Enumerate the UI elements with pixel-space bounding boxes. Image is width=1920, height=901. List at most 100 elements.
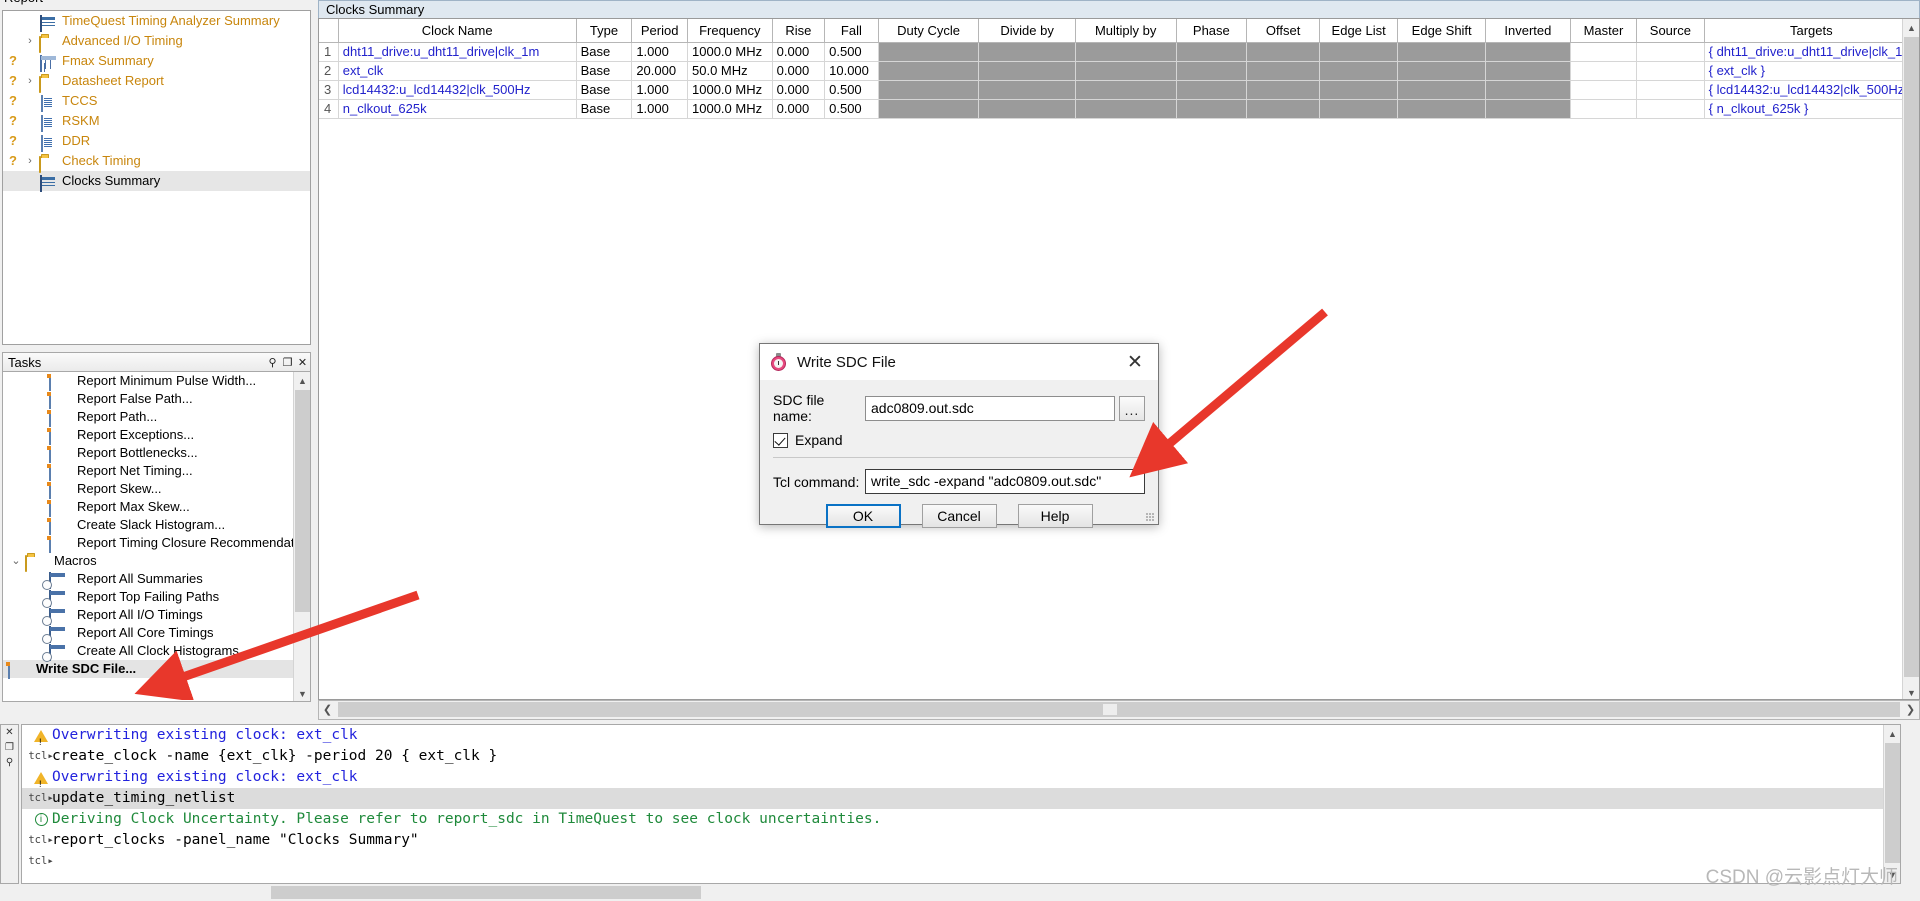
tcl-command-input[interactable]: write_sdc -expand "adc0809.out.sdc" bbox=[865, 469, 1145, 494]
chevron-right-icon[interactable]: › bbox=[21, 31, 39, 51]
clocks-table-column-header[interactable]: Targets bbox=[1704, 19, 1919, 43]
expand-checkbox[interactable] bbox=[773, 432, 788, 448]
scroll-down-icon[interactable]: ▼ bbox=[1903, 684, 1919, 699]
scroll-thumb[interactable] bbox=[271, 886, 701, 899]
report-tree-item[interactable]: ? Clocks Summary bbox=[3, 171, 310, 192]
tasks-list-item[interactable]: Create Slack Histogram... bbox=[3, 516, 295, 535]
expand-checkbox-row[interactable]: Expand bbox=[773, 432, 1145, 448]
scroll-thumb[interactable] bbox=[1885, 743, 1900, 863]
ok-button[interactable]: OK bbox=[825, 504, 901, 528]
tasks-list-item[interactable]: Report All I/O Timings bbox=[3, 606, 295, 625]
tasks-list-item[interactable]: Report Max Skew... bbox=[3, 498, 295, 517]
report-tree-item[interactable]: ? TCCS bbox=[3, 91, 310, 112]
table-row[interactable]: 2 ext_clk Base 20.000 50.0 MHz 0.000 10.000 { e… bbox=[319, 61, 1919, 81]
scroll-right-icon[interactable]: ❯ bbox=[1902, 701, 1919, 718]
console-line[interactable]: tcl▸ update_timing_netlist bbox=[22, 788, 1900, 809]
scroll-thumb[interactable] bbox=[338, 702, 1900, 717]
clocks-table-column-header[interactable] bbox=[319, 19, 339, 43]
tasks-list-item[interactable]: Report Path... bbox=[3, 408, 295, 427]
table-row[interactable]: 4 n_clkout_625k Base 1.000 1000.0 MHz 0.000 0.… bbox=[319, 99, 1919, 119]
sdc-file-name-input[interactable]: adc0809.out.sdc bbox=[865, 395, 1115, 421]
tasks-list-item[interactable]: ⌄ Macros bbox=[3, 552, 295, 572]
scroll-down-icon[interactable]: ▼ bbox=[294, 685, 310, 701]
scroll-left-icon[interactable]: ❮ bbox=[319, 701, 336, 718]
console-line[interactable]: tcl▸ bbox=[22, 851, 1900, 872]
tasks-list-item[interactable]: Report All Summaries bbox=[3, 570, 295, 589]
table-row[interactable]: 3 lcd14432:u_lcd14432|clk_500Hz Base 1.000 1… bbox=[319, 80, 1919, 100]
chevron-down-icon[interactable]: ⌄ bbox=[7, 552, 25, 570]
clocks-table-column-header[interactable]: Duty Cycle bbox=[878, 19, 980, 43]
console-line[interactable]: tcl▸ create_clock -name {ext_clk} -period… bbox=[22, 746, 1900, 767]
scroll-thumb[interactable] bbox=[1904, 37, 1919, 677]
report-tree-item[interactable]: ?› Advanced I/O Timing bbox=[3, 31, 310, 53]
table-row[interactable]: 1 dht11_drive:u_dht11_drive|clk_1m Base 1.0… bbox=[319, 42, 1919, 62]
tasks-list-item[interactable]: Create All Clock Histograms bbox=[3, 642, 295, 661]
clocks-table-column-header[interactable]: Fall bbox=[824, 19, 879, 43]
pin-icon[interactable]: ⚲ bbox=[265, 355, 280, 370]
report-tree-item[interactable]: ? › Check Timing bbox=[3, 151, 310, 173]
console-output[interactable]: Overwriting existing clock: ext_clktcl▸c… bbox=[21, 724, 1901, 884]
console-line[interactable]: tcl▸ report_clocks -panel_name "Clocks Su… bbox=[22, 830, 1900, 851]
tasks-list-item[interactable]: Report Minimum Pulse Width... bbox=[3, 372, 295, 391]
chevron-right-icon[interactable]: › bbox=[21, 151, 39, 171]
tasks-list-item[interactable]: Write SDC File... bbox=[3, 660, 295, 679]
tasks-list-item[interactable]: Report Net Timing... bbox=[3, 462, 295, 481]
report-tree-item[interactable]: ? Fmax Summary bbox=[3, 51, 310, 72]
scroll-thumb[interactable] bbox=[295, 390, 310, 612]
tasks-list-item[interactable]: Report All Core Timings bbox=[3, 624, 295, 643]
report-tree-item[interactable]: ? › Datasheet Report bbox=[3, 71, 310, 93]
grid-vertical-scrollbar[interactable]: ▲ ▼ bbox=[1902, 19, 1919, 699]
console-line[interactable]: Overwriting existing clock: ext_clk bbox=[22, 725, 1900, 753]
clocks-table-column-header[interactable]: Source bbox=[1636, 19, 1705, 43]
chevron-right-icon[interactable]: › bbox=[21, 71, 39, 91]
help-button[interactable]: Help bbox=[1017, 504, 1093, 528]
tasks-list-item[interactable]: Report False Path... bbox=[3, 390, 295, 409]
clocks-table-column-header[interactable]: Period bbox=[631, 19, 689, 43]
tasks-list-item[interactable]: Report Top Failing Paths bbox=[3, 588, 295, 607]
console-horizontal-scrollbar[interactable] bbox=[21, 885, 1901, 901]
scroll-up-icon[interactable]: ▲ bbox=[1903, 19, 1919, 36]
clocks-table-column-header[interactable]: Type bbox=[576, 19, 633, 43]
tasks-list-item[interactable]: Report Skew... bbox=[3, 480, 295, 499]
cancel-button[interactable]: Cancel bbox=[921, 504, 997, 528]
status-question-icon: ? bbox=[9, 133, 17, 148]
console-line[interactable]: Overwriting existing clock: ext_clk bbox=[22, 767, 1900, 795]
tasks-list-item[interactable]: Report Exceptions... bbox=[3, 426, 295, 445]
scroll-up-icon[interactable]: ▲ bbox=[1884, 725, 1900, 742]
grid-horizontal-scrollbar[interactable]: ❮ ❯ bbox=[318, 700, 1920, 720]
resize-grip[interactable] bbox=[1146, 513, 1155, 522]
clocks-table-column-header[interactable]: Offset bbox=[1246, 19, 1321, 43]
write-sdc-file-dialog[interactable]: Write SDC File ✕ SDC file name: adc0809.… bbox=[759, 343, 1159, 528]
tasks-list[interactable]: Report Minimum Pulse Width... Report Fals… bbox=[3, 372, 295, 701]
report-tree[interactable]: ?TimeQuest Timing Analyzer Summary?›Adva… bbox=[2, 10, 311, 345]
cell-period: 20.000 bbox=[631, 61, 689, 81]
clocks-table-column-header[interactable]: Master bbox=[1570, 19, 1638, 43]
browse-button[interactable]: ... bbox=[1119, 395, 1145, 421]
clocks-table-column-header[interactable]: Rise bbox=[772, 19, 826, 43]
clocks-table-column-header[interactable]: Phase bbox=[1176, 19, 1248, 43]
report-tree-item[interactable]: ? RSKM bbox=[3, 111, 310, 132]
console-vertical-scrollbar[interactable]: ▲ ▼ bbox=[1883, 725, 1900, 883]
restore-icon[interactable]: ❐ bbox=[5, 742, 14, 753]
pin-icon[interactable]: ⚲ bbox=[6, 757, 13, 768]
clocks-table-column-header[interactable]: Divide by bbox=[978, 19, 1076, 43]
clocks-table-column-header[interactable]: Multiply by bbox=[1075, 19, 1177, 43]
scroll-up-icon[interactable]: ▲ bbox=[294, 372, 310, 389]
clocks-table-column-header[interactable]: Frequency bbox=[687, 19, 773, 43]
tasks-list-item[interactable]: Report Timing Closure Recommendatio bbox=[3, 534, 295, 553]
clocks-table-column-header[interactable]: Edge List bbox=[1319, 19, 1399, 43]
tasks-vertical-scrollbar[interactable]: ▲ ▼ bbox=[293, 372, 310, 701]
report-tree-item-label: Check Timing bbox=[62, 153, 141, 168]
console-line[interactable]: i Deriving Clock Uncertainty. Please refe… bbox=[22, 809, 1900, 830]
close-icon[interactable]: ✕ bbox=[1120, 347, 1150, 377]
report-tree-item[interactable]: ? TimeQuest Timing Analyzer Summary bbox=[3, 11, 310, 32]
tasks-list-item[interactable]: Report Bottlenecks... bbox=[3, 444, 295, 463]
clocks-table-column-header[interactable]: Edge Shift bbox=[1397, 19, 1487, 43]
clocks-table-column-header[interactable]: Clock Name bbox=[338, 19, 577, 43]
close-icon[interactable]: ✕ bbox=[295, 355, 310, 370]
close-icon[interactable]: ✕ bbox=[5, 727, 13, 738]
report-tree-item[interactable]: ? DDR bbox=[3, 131, 310, 152]
cell-frequency: 1000.0 MHz bbox=[687, 42, 773, 62]
restore-icon[interactable]: ❐ bbox=[280, 355, 295, 370]
clocks-table-column-header[interactable]: Inverted bbox=[1485, 19, 1571, 43]
